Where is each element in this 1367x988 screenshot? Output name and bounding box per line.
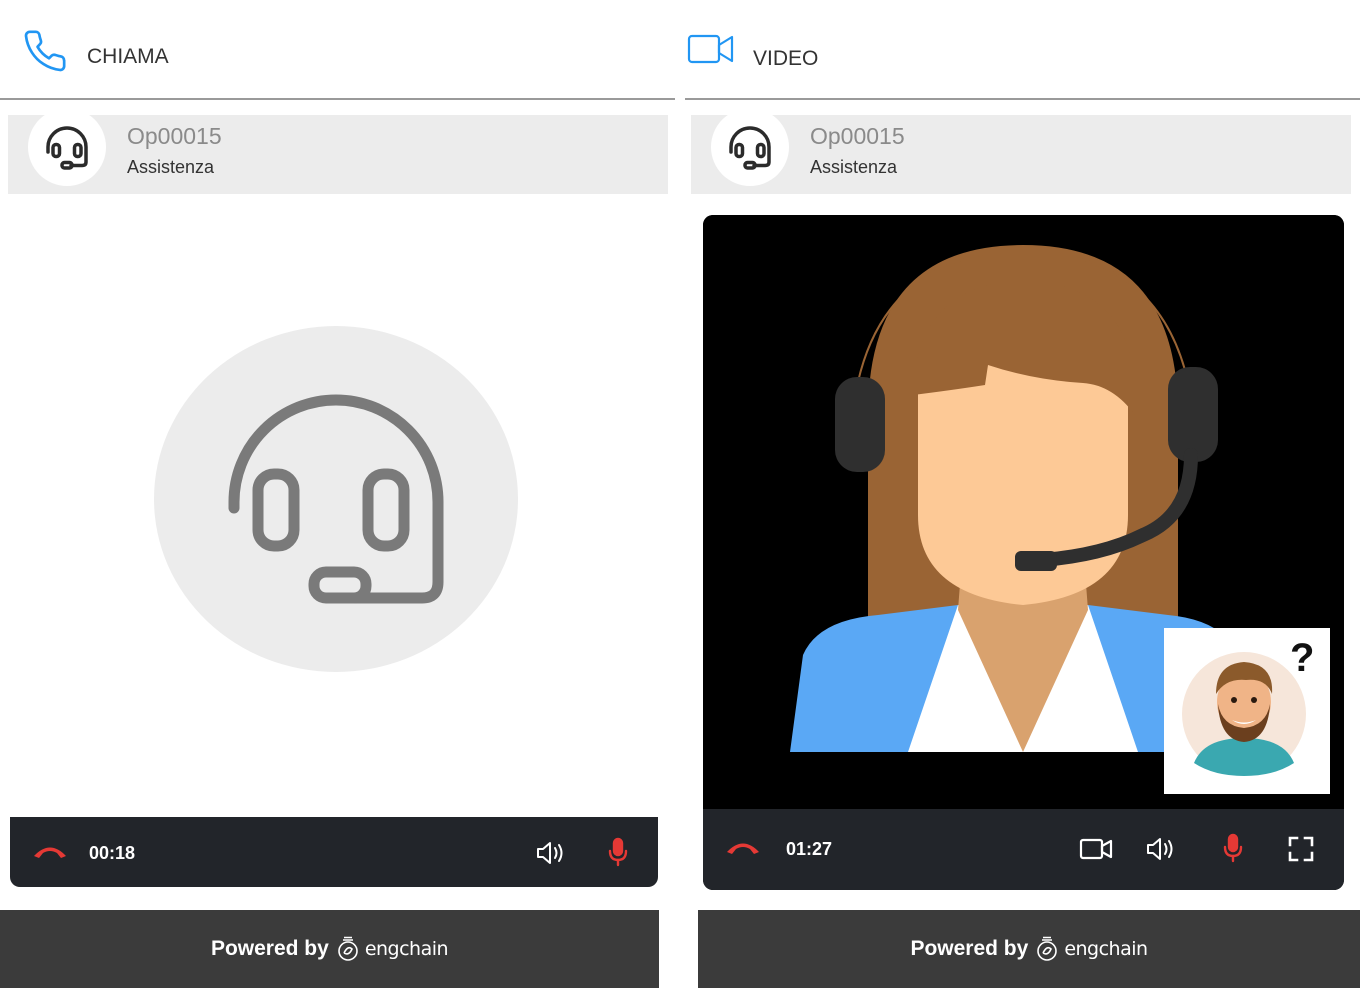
video-timer: 01:27	[786, 839, 833, 859]
microphone-button[interactable]	[1215, 829, 1251, 867]
video-camera-icon	[1079, 838, 1113, 860]
microphone-icon	[1223, 833, 1243, 863]
hangup-icon	[727, 843, 759, 854]
powered-by-label: Powered by	[210, 937, 329, 960]
self-view-pip[interactable]: ?	[1164, 628, 1330, 794]
operator-card: Op00015 Assistenza	[691, 108, 1351, 194]
engchain-logo-icon	[1037, 936, 1058, 961]
operator-big-avatar	[154, 326, 518, 672]
phone-icon	[22, 28, 68, 79]
video-camera-icon	[687, 32, 735, 71]
hangup-icon	[34, 847, 66, 858]
headset-icon	[46, 126, 88, 170]
question-badge: ?	[1290, 636, 1315, 680]
tab-call-label: CHIAMA	[87, 45, 169, 68]
video-panel: VIDEO Op00015 Assistenza ? 01:27 Powered…	[685, 0, 1360, 988]
call-panel: CHIAMA Op00015 Assistenza 00:18 Powered …	[0, 0, 675, 988]
speaker-icon	[537, 842, 563, 864]
headset-icon	[228, 394, 444, 604]
hangup-button[interactable]	[30, 835, 70, 869]
call-control-bar: 00:18	[10, 817, 658, 887]
tab-video-label: VIDEO	[753, 47, 819, 70]
speaker-button[interactable]	[534, 835, 570, 871]
tab-call[interactable]: CHIAMA	[0, 0, 675, 100]
tab-video[interactable]: VIDEO	[685, 0, 1360, 100]
operator-card: Op00015 Assistenza	[8, 108, 668, 194]
speaker-button[interactable]	[1143, 831, 1181, 867]
powered-by-footer: Powered by engchain	[0, 910, 659, 988]
powered-by-label: Powered by	[910, 937, 1029, 960]
camera-toggle-button[interactable]	[1077, 831, 1115, 867]
brand-name: engchain	[1064, 938, 1148, 960]
operator-avatar	[711, 108, 789, 186]
speaker-icon	[1147, 838, 1173, 860]
operator-name: Op00015	[810, 123, 905, 149]
headset-icon	[729, 126, 771, 170]
operator-avatar	[28, 108, 106, 186]
microphone-button[interactable]	[600, 833, 636, 871]
hangup-button[interactable]	[723, 831, 763, 865]
operator-department: Assistenza	[127, 157, 215, 177]
brand-name: engchain	[364, 938, 449, 960]
powered-by-footer: Powered by engchain	[698, 910, 1360, 988]
fullscreen-icon	[1288, 836, 1314, 862]
operator-name: Op00015	[127, 123, 222, 149]
engchain-logo-icon	[338, 936, 358, 961]
video-stream: ? 01:27	[703, 215, 1344, 890]
microphone-icon	[608, 837, 628, 867]
video-control-bar: 01:27	[703, 809, 1344, 890]
fullscreen-button[interactable]	[1283, 831, 1319, 867]
operator-department: Assistenza	[810, 157, 898, 177]
call-timer: 00:18	[89, 843, 136, 863]
